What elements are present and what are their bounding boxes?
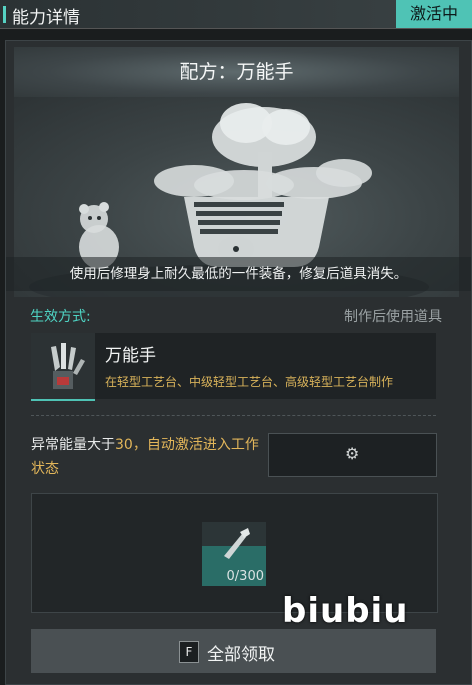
settings-button[interactable]: ⚙ [268,433,437,477]
activation-condition: 异常能量大于30，自动激活进入工作状态 [31,433,259,481]
ability-detail-panel: 配方：万能手 使用后修理身上耐久最低的一件装备，修复后道具消失。 生效方式: 制… [5,40,472,685]
watermark: biubiu [282,591,409,631]
item-name: 万能手 [105,346,156,366]
condition-threshold: 30 [115,437,133,453]
recipe-description: 使用后修理身上耐久最低的一件装备，修复后道具消失。 [6,257,471,291]
slot-count: 0/300 [226,569,264,584]
condition-prefix: 异常能量大于 [31,437,115,453]
gear-icon: ⚙ [345,444,360,463]
section-divider [31,415,436,416]
top-header: 能力详情 激活中 [0,0,472,29]
recipe-title: 配方：万能手 [14,47,459,97]
effect-label: 生效方式: [30,309,91,325]
page-title: 能力详情 [12,8,80,28]
claim-all-label: 全部领取 [207,645,275,665]
effect-value: 制作后使用道具 [344,309,442,325]
item-card[interactable]: 万能手 在轻型工艺台、中级轻型工艺台、高级轻型工艺台制作 [31,333,436,401]
item-craft-info: 在轻型工艺台、中级轻型工艺台、高级轻型工艺台制作 [105,375,394,389]
tool-icon [224,528,250,559]
claim-all-button[interactable]: F 全部领取 [31,629,436,673]
header-accent-bar [3,6,6,23]
status-badge: 激活中 [396,0,472,28]
key-hint-badge: F [179,641,199,663]
effect-row: 生效方式: 制作后使用道具 [30,306,442,326]
robotic-hand-icon [51,343,85,389]
output-slot[interactable]: 0/300 [202,522,266,586]
item-thumbnail [31,333,95,401]
